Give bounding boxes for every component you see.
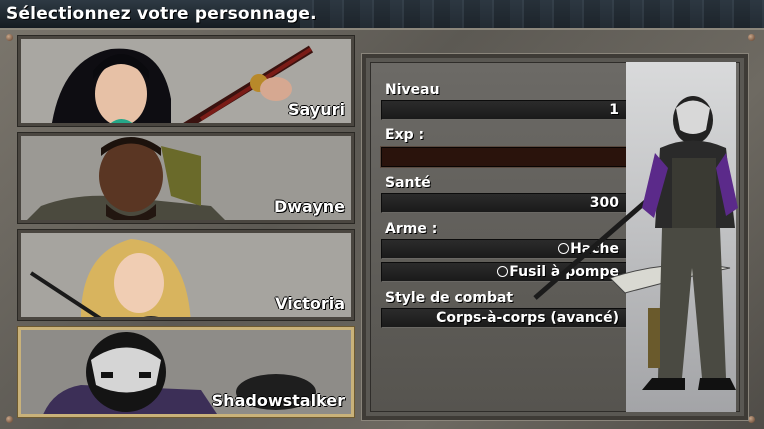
level-label: Niveau bbox=[385, 82, 440, 98]
character-card-dwayne[interactable]: Dwayne bbox=[17, 132, 355, 224]
character-card-victoria[interactable]: Victoria bbox=[17, 229, 355, 321]
character-name: Shadowstalker bbox=[211, 391, 345, 410]
character-name: Sayuri bbox=[287, 100, 345, 119]
combat-style-label: Style de combat bbox=[385, 290, 514, 306]
character-card-sayuri[interactable]: Sayuri bbox=[17, 35, 355, 127]
header-texture bbox=[300, 0, 764, 28]
header-bar: Sélectionnez votre personnage. bbox=[0, 0, 764, 28]
weapon-label: Arme : bbox=[385, 221, 438, 237]
rivet-icon bbox=[6, 34, 13, 41]
rivet-icon bbox=[748, 34, 755, 41]
exp-label: Exp : bbox=[385, 127, 425, 143]
health-label: Santé bbox=[385, 175, 431, 191]
character-list: Sayuri Dwayne Victoria Shadowstalker bbox=[17, 35, 355, 426]
page-title: Sélectionnez votre personnage. bbox=[6, 4, 317, 24]
circle-icon bbox=[497, 266, 509, 277]
character-card-shadowstalker[interactable]: Shadowstalker bbox=[17, 326, 355, 418]
rivet-icon bbox=[748, 416, 755, 423]
shadowstalker-figure bbox=[533, 96, 738, 390]
character-name: Victoria bbox=[275, 294, 345, 313]
rivet-icon bbox=[6, 416, 13, 423]
character-name: Dwayne bbox=[273, 197, 345, 216]
